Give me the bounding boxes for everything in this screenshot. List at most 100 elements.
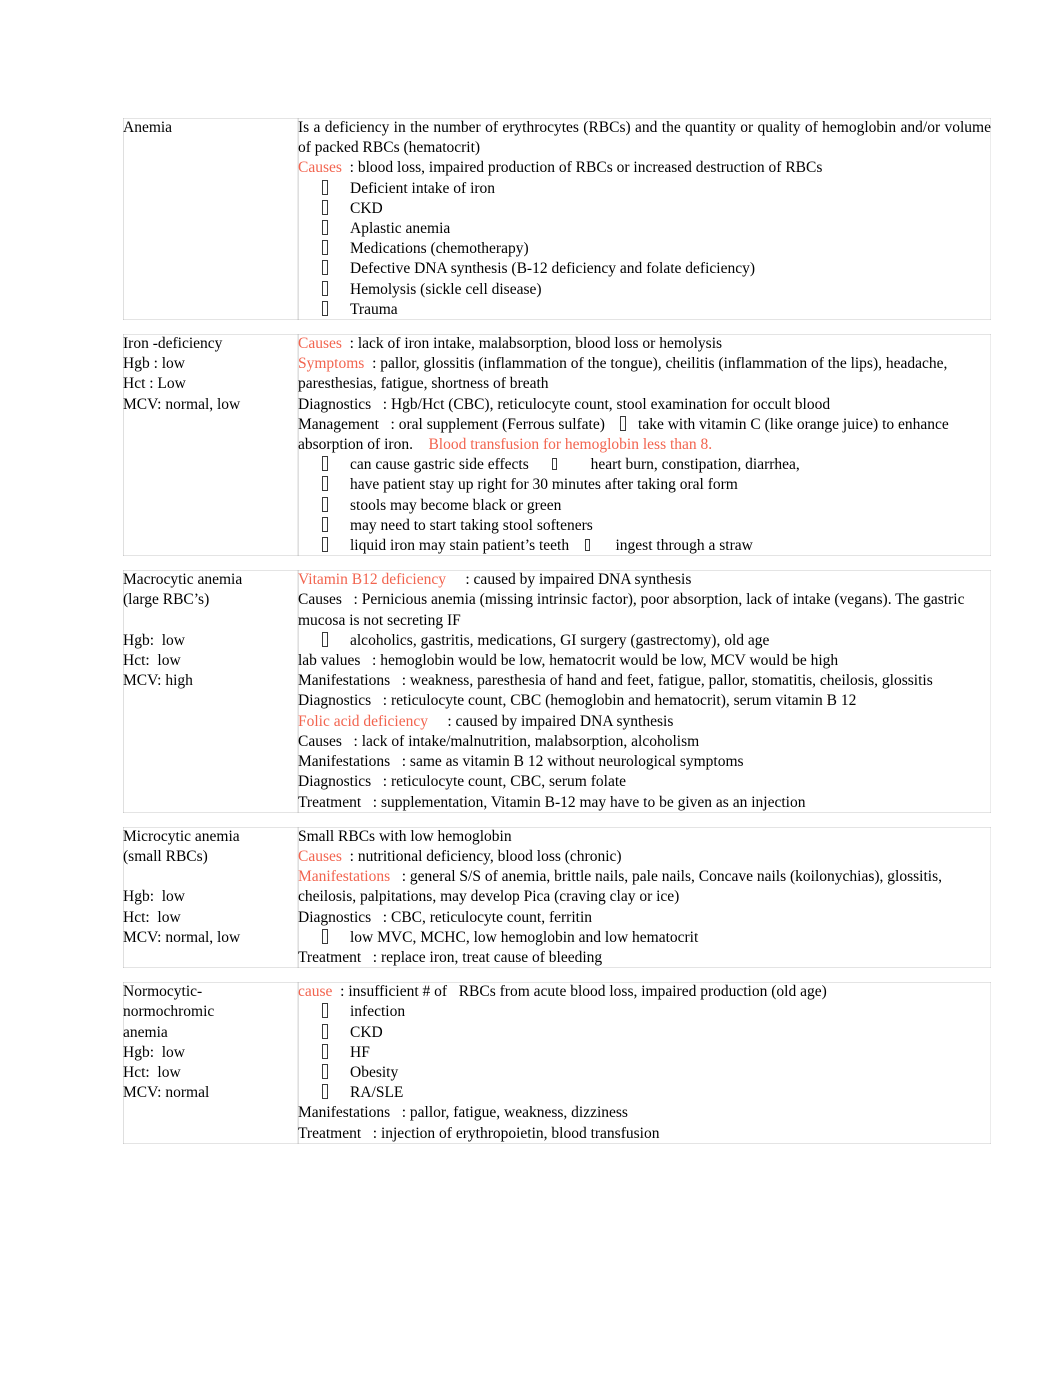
body-text: Manifestations : same as vitamin B 12 wi… xyxy=(298,753,744,771)
body-text: of erythrocytes (RBCs) and the xyxy=(480,119,686,136)
body-paragraph: Diagnostics : Hgb/Hct (CBC), reticulocyt… xyxy=(298,395,991,415)
bullet-text: CKD xyxy=(350,1023,383,1041)
bullet-glyph-icon xyxy=(322,1063,328,1079)
term-line: Microcytic anemia xyxy=(123,827,240,845)
bullet-text: may need to start taking stool softeners xyxy=(350,516,593,534)
term-line: MCV: high xyxy=(123,672,193,690)
bullet-glyph-icon xyxy=(322,1043,328,1059)
term-line: Hgb: low xyxy=(123,631,185,649)
term-line: Iron -deficiency xyxy=(123,335,223,353)
term-line: Hct: low xyxy=(123,1063,181,1081)
bullet-glyph-icon xyxy=(322,476,328,492)
accent-heading: Causes xyxy=(298,335,342,353)
term-line: Hct : Low xyxy=(123,375,186,393)
body-text: : pallor, glossitis (inflammation of the… xyxy=(298,355,952,393)
body-paragraph: Treatment : supplementation, Vitamin B-1… xyxy=(298,793,991,813)
bullet-item: Medications (chemotherapy) xyxy=(298,239,991,259)
body-paragraph: Causes : lack of iron intake, malabsorpt… xyxy=(298,334,991,354)
bullet-item: Deficient intake of iron xyxy=(298,179,991,199)
bullet-glyph-icon xyxy=(322,1023,328,1039)
body-cell: Vitamin B12 deficiency : caused by impai… xyxy=(298,570,991,812)
body-paragraph: Manifestations : weakness, paresthesia o… xyxy=(298,671,991,691)
bullet-glyph-icon xyxy=(322,220,328,236)
bullet-glyph-icon xyxy=(322,1084,328,1100)
row-gap-cell xyxy=(123,968,991,983)
bullet-glyph-icon xyxy=(322,631,328,647)
body-text: Manifestations : weakness, paresthesia o… xyxy=(298,672,933,690)
body-text: liquid iron may stain patient’s teeth xyxy=(350,537,585,555)
bullet-glyph-icon xyxy=(322,260,328,276)
term-line: Hgb: low xyxy=(123,888,185,906)
term-line: normochromic xyxy=(123,1003,215,1021)
body-paragraph: Manifestations : pallor, fatigue, weakne… xyxy=(298,1103,991,1123)
bullet-text: have patient stay up right for 30 minute… xyxy=(350,476,738,494)
bullet-text: Defective DNA synthesis (B-12 deficiency… xyxy=(350,260,755,278)
bullet-glyph-icon xyxy=(322,496,328,512)
row-gap-cell xyxy=(123,320,991,335)
body-text: or quality of hemoglobin and/or xyxy=(735,119,945,136)
table-row: Normocytic-normochromic anemia Hgb: low Hct… xyxy=(123,982,991,1144)
body-paragraph: Manifestations : general S/S of anemia, … xyxy=(298,867,991,907)
bullet-glyph-icon xyxy=(322,456,328,472)
row-gap-cell xyxy=(123,556,991,571)
body-paragraph: Diagnostics : reticulocyte count, CBC (h… xyxy=(298,691,991,711)
term-line: Hgb: low xyxy=(123,1043,185,1061)
term-line: MCV: normal xyxy=(123,1084,210,1102)
body-text: : general S/S of anemia, brittle nails, … xyxy=(298,868,946,906)
body-paragraph: Symptoms : pallor, glossitis (inflammati… xyxy=(298,354,991,394)
bullet-glyph-icon xyxy=(322,280,328,296)
bullet-glyph-icon xyxy=(322,516,328,532)
bullet-item: CKD xyxy=(298,1023,991,1043)
body-text: Diagnostics : CBC, reticulocyte count, f… xyxy=(298,908,593,926)
body-paragraph: Causes : Pernicious anemia (missing intr… xyxy=(298,590,991,630)
bullet-item: Obesity xyxy=(298,1063,991,1083)
bullet-item: RA/SLE xyxy=(298,1083,991,1103)
table-row: Macrocytic anemia (large RBC’s) Hgb: low Hc… xyxy=(123,570,991,812)
body-text: : insufficient # of RBCs from acute bloo… xyxy=(332,983,827,1001)
bullet-glyph-icon xyxy=(551,458,557,471)
body-paragraph: Folic acid deficiency : caused by impair… xyxy=(298,712,991,732)
body-text: Treatment : replace iron, treat cause of… xyxy=(298,948,603,966)
bullet-text: Aplastic anemia xyxy=(350,220,451,238)
bullet-item: low MVC, MCHC, low hemoglobin and low he… xyxy=(298,928,991,948)
anemia-notes-table: Anemia Is a deficiency in the number of e… xyxy=(123,118,991,1144)
body-text: quantity xyxy=(685,119,736,136)
bullet-text: Deficient intake of iron xyxy=(350,179,496,197)
table-body: Anemia Is a deficiency in the number of e… xyxy=(123,118,991,1144)
term-cell: Anemia xyxy=(123,118,298,320)
bullet-text: alcoholics, gastritis, medications, GI s… xyxy=(350,631,770,649)
term-line: anemia xyxy=(123,1023,168,1041)
bullet-glyph-icon xyxy=(322,240,328,256)
bullet-item: may need to start taking stool softeners xyxy=(298,516,991,536)
body-cell: Small RBCs with low hemoglobin Causes : n… xyxy=(298,827,991,968)
body-paragraph: Treatment : replace iron, treat cause of… xyxy=(298,948,991,968)
body-text: Treatment : injection of erythropoietin,… xyxy=(298,1124,660,1142)
body-text: can cause gastric side effects xyxy=(350,456,552,474)
row-gap xyxy=(123,556,991,571)
body-paragraph: cause : insufficient # of RBCs from acut… xyxy=(298,982,991,1002)
body-text: : lack of iron intake, malabsorption, bl… xyxy=(341,335,723,353)
term-line: Anemia xyxy=(123,119,173,136)
body-paragraph: Management : oral supplement (Ferrous su… xyxy=(298,415,991,455)
bullet-item: Defective DNA synthesis (B-12 deficiency… xyxy=(298,259,991,279)
bullet-item: stools may become black or green xyxy=(298,496,991,516)
term-line: Hct: low xyxy=(123,908,181,926)
bullet-item: HF xyxy=(298,1043,991,1063)
bullet-glyph-icon xyxy=(584,539,590,552)
accent-heading: Vitamin B12 deficiency xyxy=(298,571,446,589)
definition-paragraph: Is a deficiency in the number of erythro… xyxy=(298,118,991,158)
bullet-glyph-icon xyxy=(322,199,328,215)
body-text: : caused by impaired DNA synthesis xyxy=(446,571,692,589)
term-line: Normocytic- xyxy=(123,983,203,1001)
body-text: Management : oral supplement (Ferrous su… xyxy=(298,415,621,433)
table-row: Iron -deficiency Hgb : low Hct : Low MCV: n… xyxy=(123,334,991,556)
body-text: : nutritional deficiency, blood loss (ch… xyxy=(341,847,622,865)
bullet-item: have patient stay up right for 30 minute… xyxy=(298,475,991,495)
body-text: number xyxy=(433,119,481,136)
body-text: Causes : lack of intake/malnutrition, ma… xyxy=(298,732,700,750)
body-text: : blood loss, impaired production of RBC… xyxy=(341,159,823,177)
bullet-item: alcoholics, gastritis, medications, GI s… xyxy=(298,631,991,651)
row-gap xyxy=(123,812,991,827)
body-text: volume xyxy=(944,119,992,136)
body-text: : caused by impaired DNA synthesis xyxy=(427,712,674,730)
